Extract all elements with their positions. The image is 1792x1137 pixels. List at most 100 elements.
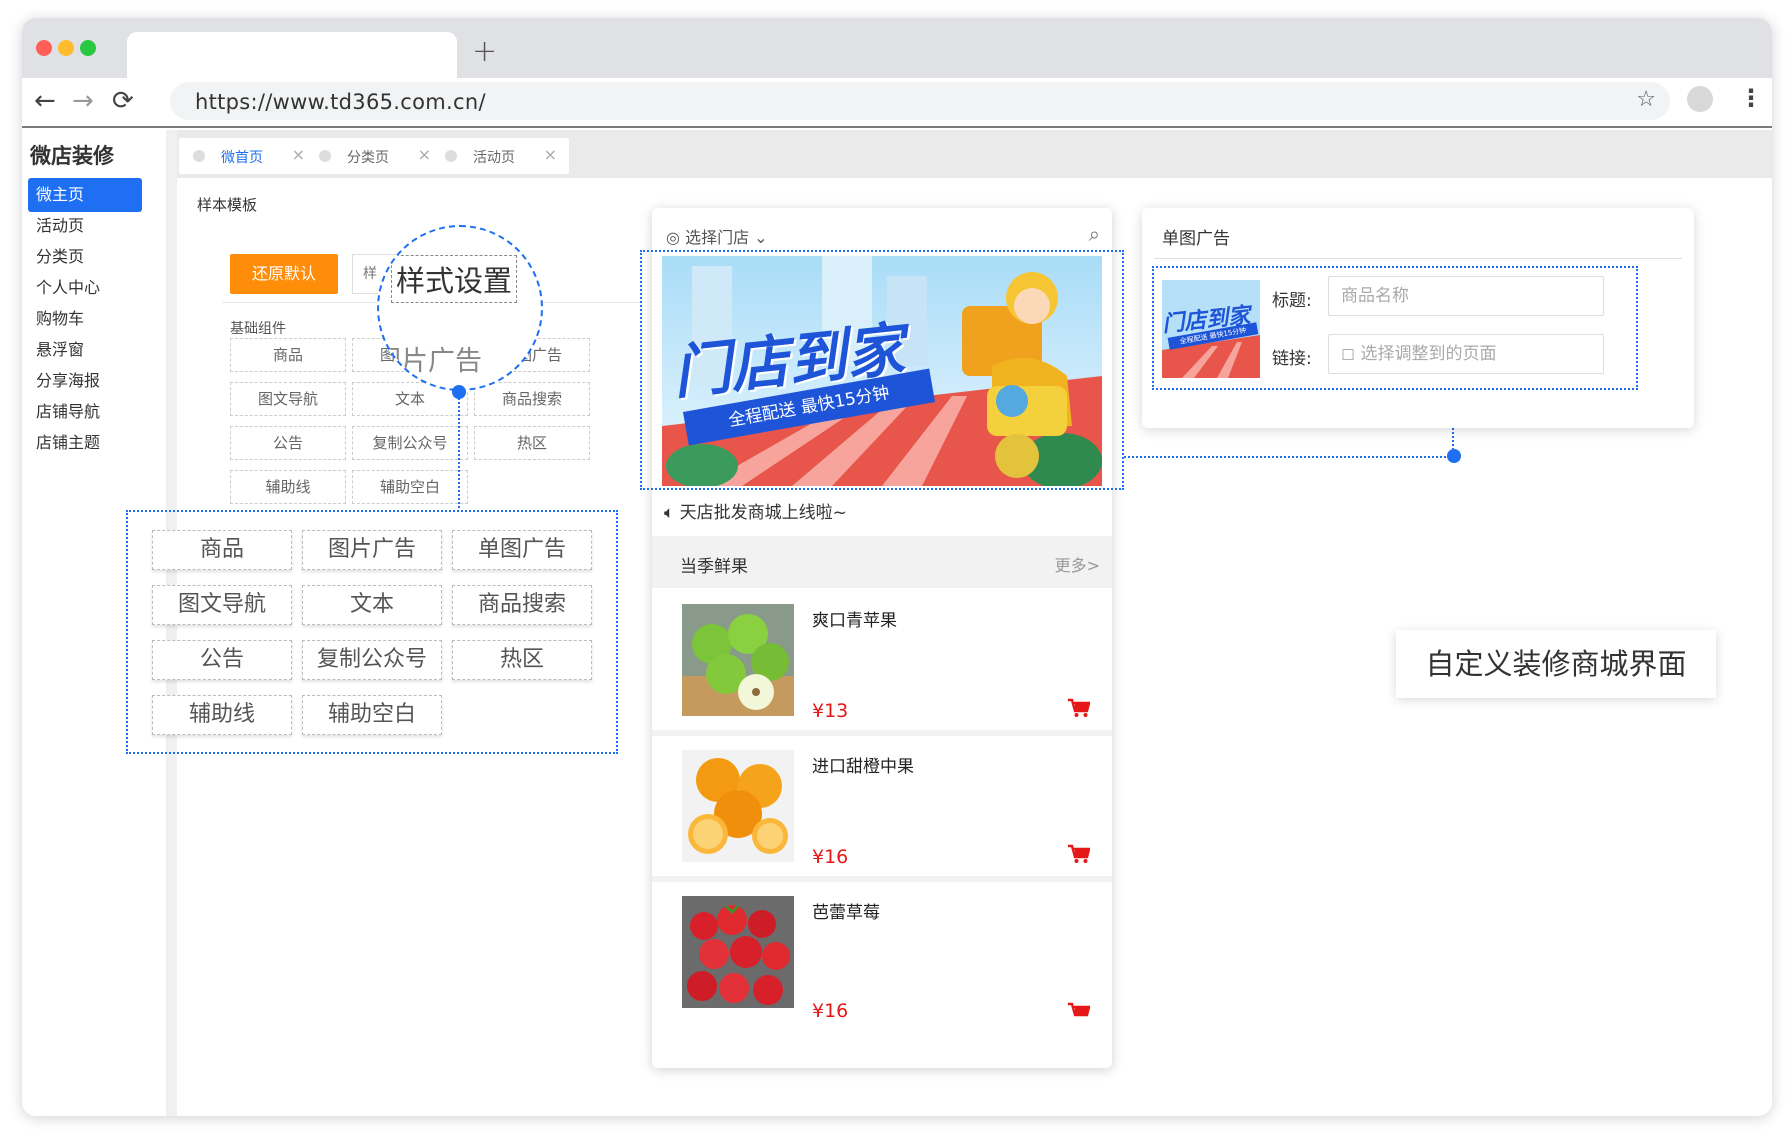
tab-dot-icon xyxy=(193,150,205,162)
big-component-guide-line[interactable]: 辅助线 xyxy=(152,695,292,735)
big-component-text[interactable]: 文本 xyxy=(302,585,442,625)
component-image-nav[interactable]: 图文导航 xyxy=(230,382,346,416)
component-hotspot[interactable]: 热区 xyxy=(474,426,590,460)
title-field[interactable]: 商品名称 xyxy=(1328,276,1604,316)
back-icon[interactable]: ← xyxy=(34,86,56,116)
sidebar-item-share-poster[interactable]: 分享海报 xyxy=(28,364,142,398)
minimize-window-dot[interactable] xyxy=(58,40,74,56)
orange-image xyxy=(682,750,794,862)
new-tab-button[interactable]: + xyxy=(472,34,497,69)
component-product-search[interactable]: 商品搜索 xyxy=(474,382,590,416)
tab-label: 活动页 xyxy=(473,150,515,166)
page-tab-strip: 微首页 × 分类页 × 活动页 × xyxy=(177,130,1772,178)
tab-home[interactable]: 微首页 × xyxy=(179,138,317,174)
sidebar-item-float-window[interactable]: 悬浮窗 xyxy=(28,333,142,367)
app-area: 微店装修 微主页 活动页 分类页 个人中心 购物车 悬浮窗 分享海报 店铺导航 … xyxy=(22,130,1772,1116)
close-icon[interactable]: × xyxy=(544,145,557,164)
product-name: 芭蕾草莓 xyxy=(812,903,880,923)
zoom-image-ad-label: 图片广告 xyxy=(377,346,482,377)
component-copy-account[interactable]: 复制公众号 xyxy=(352,426,468,460)
product-name: 进口甜橙中果 xyxy=(812,757,914,777)
big-component-copy-account[interactable]: 复制公众号 xyxy=(302,640,442,680)
connector-dot xyxy=(452,385,466,399)
close-window-dot[interactable] xyxy=(36,40,52,56)
magnifier-circle: 样式设置 图片广告 xyxy=(377,225,543,391)
profile-avatar[interactable] xyxy=(1687,86,1713,112)
single-image-ad-config: 单图广告 门店到家 全程配送 最快15分钟 标题: 商品名称 链接: ◻︎ 选择… xyxy=(1142,208,1694,428)
tab-label: 分类页 xyxy=(347,150,389,166)
big-component-blank-space[interactable]: 辅助空白 xyxy=(302,695,442,735)
section-header: 当季鲜果 更多> xyxy=(652,536,1112,588)
component-notice[interactable]: 公告 xyxy=(230,426,346,460)
product-price: ¥16 xyxy=(812,1000,849,1022)
tab-dot-icon xyxy=(319,150,331,162)
notice-text: 天店批发商城上线啦~ xyxy=(679,503,847,523)
close-icon[interactable]: × xyxy=(292,145,305,164)
product-card[interactable]: 进口甜橙中果 ¥16 xyxy=(660,736,1104,876)
banner-highlight-box xyxy=(640,250,1124,490)
search-icon[interactable]: ⌕ xyxy=(1089,222,1100,246)
link-field[interactable]: ◻︎ 选择调整到的页面 xyxy=(1328,334,1604,374)
component-product[interactable]: 商品 xyxy=(230,338,346,372)
speaker-icon: 🔈︎ xyxy=(664,503,675,523)
sidebar-item-store-theme[interactable]: 店铺主题 xyxy=(28,426,142,460)
address-toolbar: ← → ⟳ https://www.td365.com.cn/ ☆ ⋮ xyxy=(22,78,1772,128)
store-select[interactable]: ◎ 选择门店 ⌄ xyxy=(666,224,768,248)
location-pin-icon: ◎ xyxy=(666,228,680,247)
big-component-notice[interactable]: 公告 xyxy=(152,640,292,680)
sidebar-item-activity[interactable]: 活动页 xyxy=(28,209,142,243)
browser-tab[interactable] xyxy=(127,32,457,78)
connector-line xyxy=(458,398,460,508)
cart-icon[interactable] xyxy=(1068,698,1090,718)
section-more-link[interactable]: 更多> xyxy=(1055,552,1100,576)
big-component-single-image-ad[interactable]: 单图广告 xyxy=(452,530,592,570)
product-card[interactable]: 爽口青苹果 ¥13 xyxy=(660,590,1104,730)
url-text[interactable]: https://www.td365.com.cn/ xyxy=(195,90,486,114)
callout-label: 自定义装修商城界面 xyxy=(1396,630,1716,698)
apple-image xyxy=(682,604,794,716)
maximize-window-dot[interactable] xyxy=(80,40,96,56)
chevron-down-icon: ⌄ xyxy=(754,228,768,247)
store-select-label: 选择门店 xyxy=(685,228,750,247)
product-card[interactable]: 芭蕾草莓 ¥16 xyxy=(660,882,1104,1022)
cart-icon[interactable] xyxy=(1068,844,1090,864)
sidebar-item-profile[interactable]: 个人中心 xyxy=(28,271,142,305)
config-divider xyxy=(1154,258,1682,259)
tab-category[interactable]: 分类页 × xyxy=(305,138,443,174)
forward-icon[interactable]: → xyxy=(72,86,94,116)
sidebar-item-home[interactable]: 微主页 xyxy=(28,178,142,212)
config-thumbnail[interactable]: 门店到家 全程配送 最快15分钟 xyxy=(1162,280,1260,378)
tab-dot-icon xyxy=(445,150,457,162)
bookmark-star-icon[interactable]: ☆ xyxy=(1636,87,1656,112)
restore-default-button[interactable]: 还原默认 xyxy=(230,254,338,294)
product-price: ¥16 xyxy=(812,846,849,868)
notice-bar[interactable]: 🔈︎ 天店批发商城上线啦~ xyxy=(664,498,847,523)
browser-menu-icon[interactable]: ⋮ xyxy=(1739,84,1763,112)
cart-icon[interactable] xyxy=(1068,1002,1090,1022)
sample-template-title: 样本模板 xyxy=(197,196,258,214)
link-field-label: 链接: xyxy=(1272,349,1312,369)
big-component-product[interactable]: 商品 xyxy=(152,530,292,570)
browser-titlebar: + xyxy=(22,18,1772,78)
strawberry-image xyxy=(682,896,794,1008)
link-placeholder: 选择调整到的页面 xyxy=(1360,344,1497,364)
component-guide-line[interactable]: 辅助线 xyxy=(230,470,346,504)
sidebar-item-category[interactable]: 分类页 xyxy=(28,240,142,274)
sidebar-title: 微店装修 xyxy=(30,144,114,168)
big-component-hotspot[interactable]: 热区 xyxy=(452,640,592,680)
connector-dot xyxy=(1447,449,1461,463)
big-component-image-nav[interactable]: 图文导航 xyxy=(152,585,292,625)
big-component-product-search[interactable]: 商品搜索 xyxy=(452,585,592,625)
close-icon[interactable]: × xyxy=(418,145,431,164)
url-bar[interactable]: https://www.td365.com.cn/ ☆ xyxy=(170,82,1670,120)
basic-components-label: 基础组件 xyxy=(230,321,286,337)
tab-label: 微首页 xyxy=(221,150,263,166)
tab-activity[interactable]: 活动页 × xyxy=(431,138,569,174)
component-blank-space[interactable]: 辅助空白 xyxy=(352,470,468,504)
big-component-image-ad[interactable]: 图片广告 xyxy=(302,530,442,570)
reload-icon[interactable]: ⟳ xyxy=(112,86,134,116)
zoom-style-settings-label: 样式设置 xyxy=(391,255,518,303)
product-price: ¥13 xyxy=(812,700,849,722)
sidebar-item-cart[interactable]: 购物车 xyxy=(28,302,142,336)
sidebar-item-store-nav[interactable]: 店铺导航 xyxy=(28,395,142,429)
